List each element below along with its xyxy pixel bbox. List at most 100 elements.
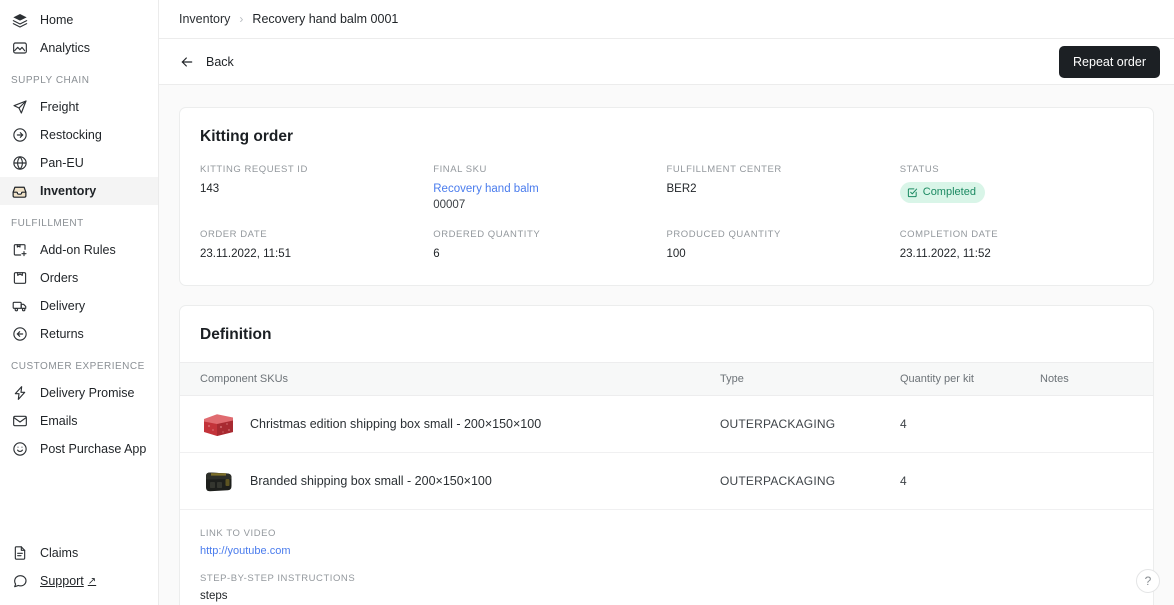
sku-name: Branded shipping box small - 200×150×100	[250, 474, 492, 488]
back-button[interactable]: Back	[179, 54, 234, 70]
sidebar-item-analytics[interactable]: Analytics	[0, 34, 158, 62]
sidebar-item-delivery[interactable]: Delivery	[0, 292, 158, 320]
sidebar-item-label: Home	[40, 13, 74, 27]
box-plus-icon	[11, 242, 28, 259]
breadcrumb-parent[interactable]: Inventory	[179, 12, 230, 26]
lightning-icon	[11, 385, 28, 402]
chevron-right-icon: ›	[239, 12, 244, 26]
truck-icon	[11, 298, 28, 315]
status-badge-label: Completed	[922, 186, 976, 199]
arrow-left-circle-icon	[11, 326, 28, 343]
sidebar-item-label: Orders	[40, 271, 79, 285]
question-mark-icon: ?	[1144, 574, 1152, 588]
sidebar-item-support[interactable]: Support ↗	[0, 567, 158, 595]
content-scroll: Kitting order KITTING REQUEST ID 143 FIN…	[159, 85, 1174, 605]
sidebar-item-label: Returns	[40, 327, 84, 341]
link-to-video-value[interactable]: http://youtube.com	[200, 545, 1133, 557]
sidebar-item-inventory[interactable]: Inventory	[0, 177, 158, 205]
table-body: Christmas edition shipping box small - 2…	[180, 395, 1153, 510]
definition-table: Component SKUs Type Quantity per kit Not…	[180, 362, 1153, 510]
field-label: STATUS	[899, 164, 940, 176]
sidebar-item-emails[interactable]: Emails	[0, 407, 158, 435]
action-bar: Back Repeat order	[159, 39, 1174, 86]
sidebar-item-label: Pan-EU	[40, 156, 84, 170]
sidebar-item-returns[interactable]: Returns	[0, 320, 158, 348]
sidebar-item-claims[interactable]: Claims	[0, 539, 158, 567]
field-label: FULFILLMENT CENTER	[666, 164, 782, 176]
field-label: ORDERED QUANTITY	[433, 229, 541, 241]
field-value-wrapper: Recovery hand balm 00007	[433, 182, 666, 213]
sku-name: Christmas edition shipping box small - 2…	[250, 417, 542, 431]
table-row[interactable]: Christmas edition shipping box small - 2…	[180, 395, 1153, 453]
sidebar: Home Analytics SUPPLY CHAIN Freight Rest…	[0, 0, 159, 605]
sku-cell: Branded shipping box small - 200×150×100	[200, 467, 720, 495]
layers-icon	[11, 12, 28, 29]
column-header-component-skus: Component SKUs	[180, 362, 720, 396]
chart-image-icon	[11, 40, 28, 57]
document-icon	[11, 545, 28, 562]
column-header-type: Type	[720, 362, 900, 396]
sidebar-item-label: Add-on Rules	[40, 243, 116, 257]
field-label: COMPLETION DATE	[899, 229, 999, 241]
sidebar-item-label: Analytics	[40, 41, 91, 55]
kitting-order-card: Kitting order KITTING REQUEST ID 143 FIN…	[179, 107, 1154, 286]
sidebar-item-add-on-rules[interactable]: Add-on Rules	[0, 236, 158, 264]
field-value: 6	[433, 248, 440, 261]
globe-icon	[11, 155, 28, 172]
field-label: KITTING REQUEST ID	[200, 164, 308, 176]
arrow-right-circle-icon	[11, 127, 28, 144]
sidebar-item-label: Post Purchase App	[40, 442, 147, 456]
sidebar-item-label: Delivery Promise	[40, 386, 135, 400]
sidebar-item-freight[interactable]: Freight	[0, 93, 158, 121]
table-row[interactable]: Branded shipping box small - 200×150×100…	[180, 452, 1153, 510]
cell-notes	[1040, 452, 1153, 510]
paper-plane-icon	[11, 99, 28, 116]
sidebar-item-orders[interactable]: Orders	[0, 264, 158, 292]
sidebar-item-label: Claims	[40, 546, 79, 560]
final-sku-number: 00007	[433, 198, 466, 211]
sidebar-item-delivery-promise[interactable]: Delivery Promise	[0, 379, 158, 407]
sidebar-item-pan-eu[interactable]: Pan-EU	[0, 149, 158, 177]
field-completion-date: COMPLETION DATE 23.11.2022, 11:52	[900, 229, 1133, 263]
column-header-notes: Notes	[1040, 362, 1153, 396]
back-button-label: Back	[206, 54, 234, 69]
definition-title: Definition	[200, 326, 272, 343]
field-label: PRODUCED QUANTITY	[666, 229, 781, 241]
main-area: Inventory › Recovery hand balm 0001 Back…	[159, 0, 1174, 605]
cell-quantity: 4	[900, 395, 1040, 453]
sidebar-item-label: Restocking	[40, 128, 102, 142]
breadcrumb: Inventory › Recovery hand balm 0001	[159, 0, 1174, 40]
cell-component-sku: Christmas edition shipping box small - 2…	[180, 395, 720, 453]
sidebar-section-customer-experience: CUSTOMER EXPERIENCE	[11, 361, 145, 372]
sidebar-item-post-purchase-app[interactable]: Post Purchase App	[0, 435, 158, 463]
sidebar-item-restocking[interactable]: Restocking	[0, 121, 158, 149]
status-badge: Completed	[899, 182, 985, 204]
column-header-quantity-per-kit: Quantity per kit	[900, 362, 1040, 396]
support-text: Support	[40, 574, 84, 588]
sidebar-item-label: Delivery	[40, 299, 86, 313]
sidebar-item-label: Freight	[40, 100, 79, 114]
sidebar-section-fulfillment: FULFILLMENT	[11, 218, 84, 229]
cell-component-sku: Branded shipping box small - 200×150×100	[180, 452, 720, 510]
breadcrumb-current: Recovery hand balm 0001	[252, 12, 399, 26]
kitting-order-title: Kitting order	[200, 128, 293, 146]
field-final-sku: FINAL SKU Recovery hand balm 00007	[433, 164, 666, 213]
smiley-icon	[11, 441, 28, 458]
field-ordered-quantity: ORDERED QUANTITY 6	[433, 229, 666, 263]
field-produced-quantity: PRODUCED QUANTITY 100	[667, 229, 900, 263]
app-root: Home Analytics SUPPLY CHAIN Freight Rest…	[0, 0, 1174, 605]
repeat-order-button[interactable]: Repeat order	[1059, 45, 1160, 78]
chat-bubble-icon	[11, 573, 28, 590]
arrow-left-icon	[179, 54, 195, 70]
sidebar-item-home[interactable]: Home	[0, 6, 158, 34]
final-sku-link[interactable]: Recovery hand balm	[433, 183, 538, 195]
definition-card: Definition Component SKUs Type Quantity …	[179, 305, 1154, 605]
field-kitting-request-id: KITTING REQUEST ID 143	[200, 164, 433, 213]
kitting-order-fields: KITTING REQUEST ID 143 FINAL SKU Recover…	[180, 146, 1153, 285]
field-label: FINAL SKU	[433, 164, 487, 176]
field-value: 100	[666, 248, 686, 261]
sidebar-item-label: Support ↗	[40, 574, 96, 588]
field-value: BER2	[666, 183, 697, 196]
help-button[interactable]: ?	[1136, 569, 1160, 593]
box-check-icon	[11, 270, 28, 287]
